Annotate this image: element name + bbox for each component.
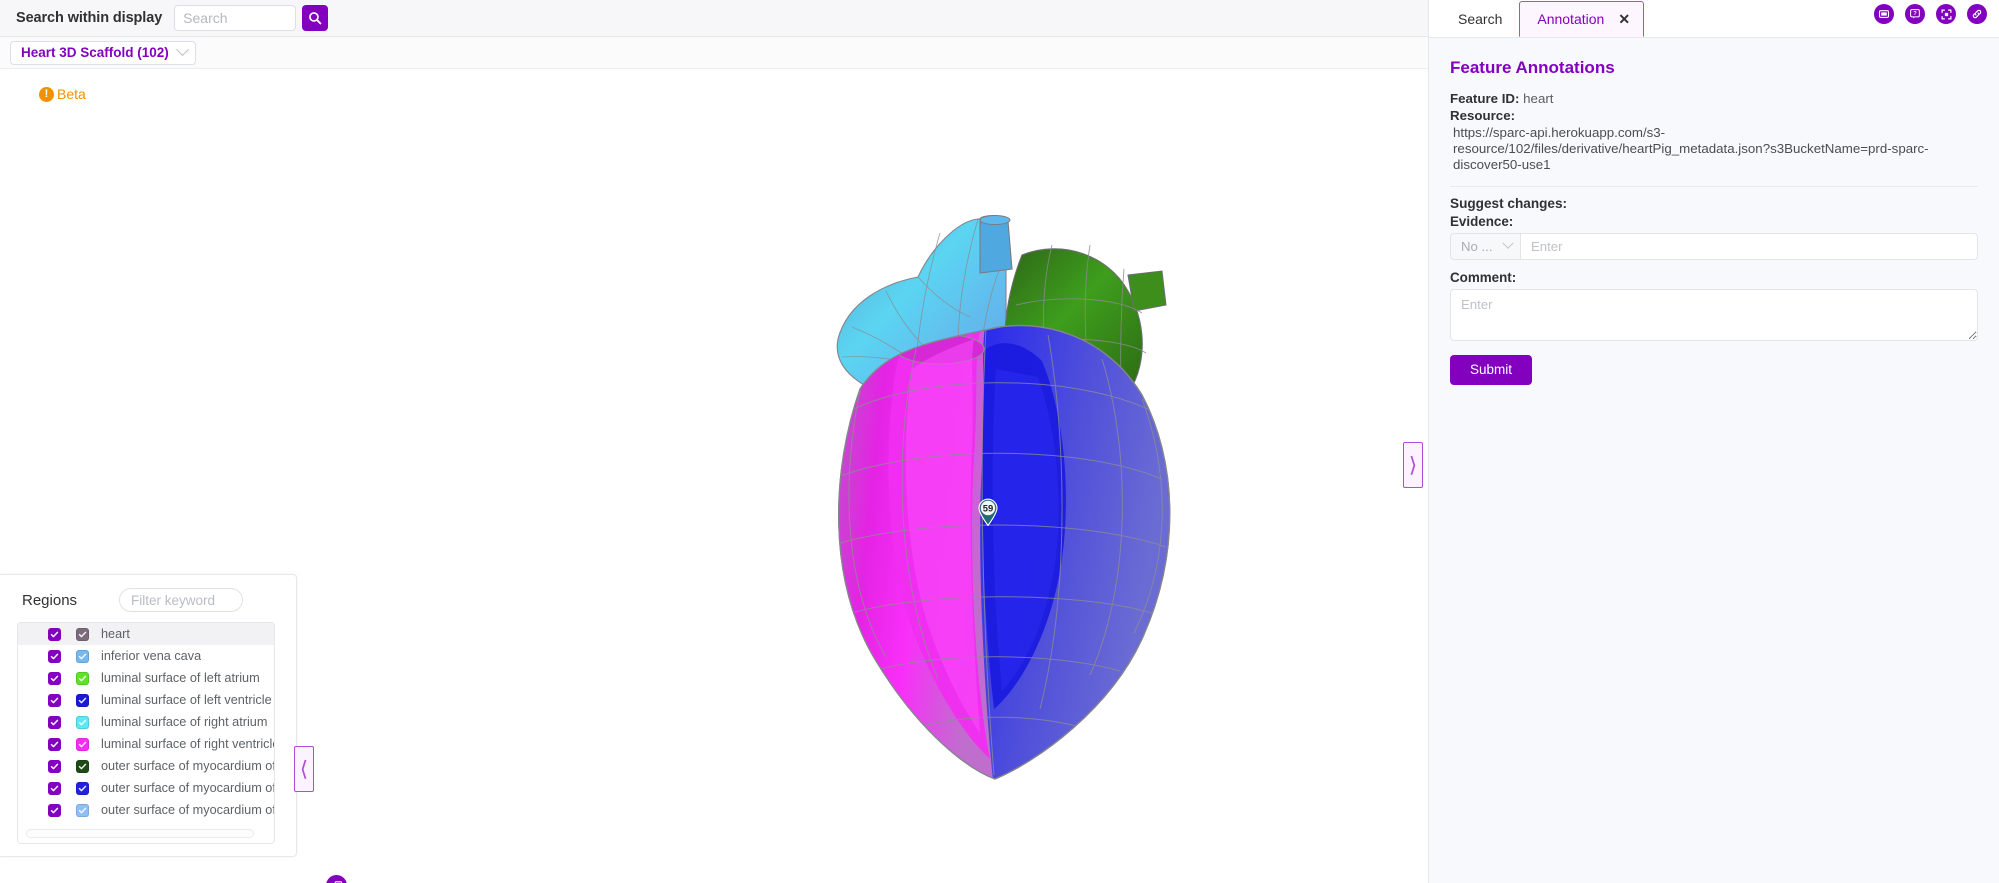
help-icon[interactable]: ? <box>1905 4 1925 24</box>
region-label: inferior vena cava <box>101 649 202 663</box>
region-label: luminal surface of left atrium <box>101 671 260 685</box>
duplicate-view-icon[interactable] <box>326 875 347 883</box>
search-icon <box>308 11 322 25</box>
region-row[interactable]: outer surface of myocardium of ri <box>18 799 275 821</box>
beta-badge: ! Beta <box>39 86 86 102</box>
right-side-panel: Search Annotation ✕ Feature Annotations … <box>1428 0 1999 883</box>
top-search-bar: Search within display <box>0 0 1428 37</box>
region-visibility-checkbox[interactable] <box>48 715 61 729</box>
scaffold-selector-row: Heart 3D Scaffold (102) <box>0 37 1428 69</box>
region-visibility-checkbox[interactable] <box>48 759 61 773</box>
region-color-checkbox[interactable] <box>76 781 89 795</box>
tab-annotation-label: Annotation <box>1537 11 1605 27</box>
evidence-type-value: No ... <box>1461 238 1493 254</box>
top-right-icon-group: ? <box>1874 4 1987 24</box>
region-row[interactable]: outer surface of myocardium of le <box>18 777 275 799</box>
region-visibility-checkbox[interactable] <box>48 803 61 817</box>
regions-horizontal-scrollbar[interactable] <box>26 829 254 838</box>
regions-title: Regions <box>22 591 78 609</box>
svg-text:?: ? <box>1913 11 1917 17</box>
panel-title: Feature Annotations <box>1450 58 1615 77</box>
region-row[interactable]: luminal surface of left ventricle <box>18 689 274 711</box>
region-color-checkbox[interactable] <box>76 693 89 707</box>
evidence-input[interactable] <box>1520 232 1978 260</box>
annotation-marker-59[interactable]: 59 <box>977 498 999 527</box>
resource-label-row: Resource: <box>1450 108 1978 123</box>
suggest-changes-label: Suggest changes: <box>1450 195 1568 211</box>
evidence-row: No ... <box>1450 232 1978 260</box>
region-label: outer surface of myocardium of ri <box>101 803 275 817</box>
region-visibility-checkbox[interactable] <box>48 693 61 707</box>
region-row[interactable]: luminal surface of right atrium <box>18 711 274 733</box>
feature-id-value: heart <box>1523 91 1554 106</box>
close-icon[interactable]: ✕ <box>1618 12 1630 26</box>
regions-filter-input[interactable] <box>119 588 244 612</box>
resource-url[interactable]: https://sparc-api.herokuapp.com/s3-resou… <box>1450 125 1978 174</box>
annotation-panel-body: Feature Annotations Feature ID: heart Re… <box>1429 38 1999 385</box>
collapse-left-panel-button[interactable]: ⟨ <box>294 746 314 792</box>
region-color-checkbox[interactable] <box>76 759 89 773</box>
region-color-checkbox[interactable] <box>76 671 89 685</box>
section-divider <box>1450 185 1978 187</box>
resource-label: Resource: <box>1450 108 1516 123</box>
fit-window-icon[interactable] <box>1936 4 1956 24</box>
region-visibility-checkbox[interactable] <box>48 737 61 751</box>
evidence-label: Evidence: <box>1450 213 1514 229</box>
region-visibility-checkbox[interactable] <box>48 671 61 685</box>
viewport-side-buttons <box>326 875 347 883</box>
comment-label: Comment: <box>1450 269 1517 285</box>
warning-circle-icon: ! <box>39 86 54 102</box>
display-icon[interactable] <box>1874 4 1894 24</box>
tab-search[interactable]: Search <box>1441 1 1519 37</box>
scaffold-dropdown-label: Heart 3D Scaffold (102) <box>21 45 169 60</box>
collapse-right-panel-button[interactable]: ⟩ <box>1403 442 1423 488</box>
chevron-left-icon: ⟨ <box>299 756 309 781</box>
region-label: luminal surface of left ventricle <box>101 693 272 707</box>
region-label: outer surface of myocardium of le <box>101 781 275 795</box>
region-label: luminal surface of right ventricle <box>101 737 275 751</box>
chevron-down-icon <box>175 43 189 57</box>
region-label: outer surface of myocardium of le <box>101 759 275 773</box>
comment-textarea[interactable] <box>1450 288 1978 341</box>
region-color-checkbox[interactable] <box>76 715 89 729</box>
region-ventricles <box>838 324 1171 780</box>
region-visibility-checkbox[interactable] <box>48 649 61 663</box>
regions-panel: Regions heart inferior vena cava luminal s… <box>0 574 297 857</box>
region-color-checkbox[interactable] <box>76 803 89 817</box>
region-label: heart <box>101 627 130 641</box>
feature-id-label: Feature ID: <box>1450 91 1520 106</box>
marker-label: 59 <box>983 502 993 513</box>
region-visibility-checkbox[interactable] <box>48 781 61 795</box>
evidence-type-dropdown[interactable]: No ... <box>1450 232 1520 260</box>
region-row[interactable]: luminal surface of left atrium <box>18 667 274 689</box>
region-row[interactable]: inferior vena cava <box>18 645 274 667</box>
tab-search-label: Search <box>1458 11 1503 27</box>
region-color-checkbox[interactable] <box>76 627 89 641</box>
region-color-checkbox[interactable] <box>76 737 89 751</box>
region-visibility-checkbox[interactable] <box>48 627 61 641</box>
submit-button[interactable]: Submit <box>1450 354 1532 385</box>
beta-label: Beta <box>57 86 86 102</box>
tab-annotation[interactable]: Annotation ✕ <box>1519 1 1645 37</box>
regions-list-container: heart inferior vena cava luminal surface o… <box>17 622 275 844</box>
search-within-display-label: Search within display <box>16 10 163 26</box>
regions-panel-header: Regions <box>0 575 296 621</box>
chevron-down-icon <box>1502 237 1514 249</box>
region-color-checkbox[interactable] <box>76 649 89 663</box>
heart-3d-model[interactable] <box>790 209 1210 789</box>
scaffold-viewer-app: Search within display ? Heart 3D Scaffol… <box>0 0 1999 883</box>
scaffold-dropdown[interactable]: Heart 3D Scaffold (102) <box>10 40 196 65</box>
region-row[interactable]: heart <box>18 623 274 645</box>
search-input[interactable] <box>174 5 297 31</box>
regions-list[interactable]: heart inferior vena cava luminal surface o… <box>18 623 275 825</box>
region-label: luminal surface of right atrium <box>101 715 268 729</box>
search-button[interactable] <box>302 5 329 31</box>
region-row[interactable]: outer surface of myocardium of ri <box>18 821 274 825</box>
region-row[interactable]: luminal surface of right ventricle <box>18 733 275 755</box>
chevron-right-icon: ⟩ <box>1408 452 1418 477</box>
region-row[interactable]: outer surface of myocardium of le <box>18 755 275 777</box>
link-icon[interactable] <box>1967 4 1987 24</box>
feature-id-row: Feature ID: heart <box>1450 91 1978 106</box>
